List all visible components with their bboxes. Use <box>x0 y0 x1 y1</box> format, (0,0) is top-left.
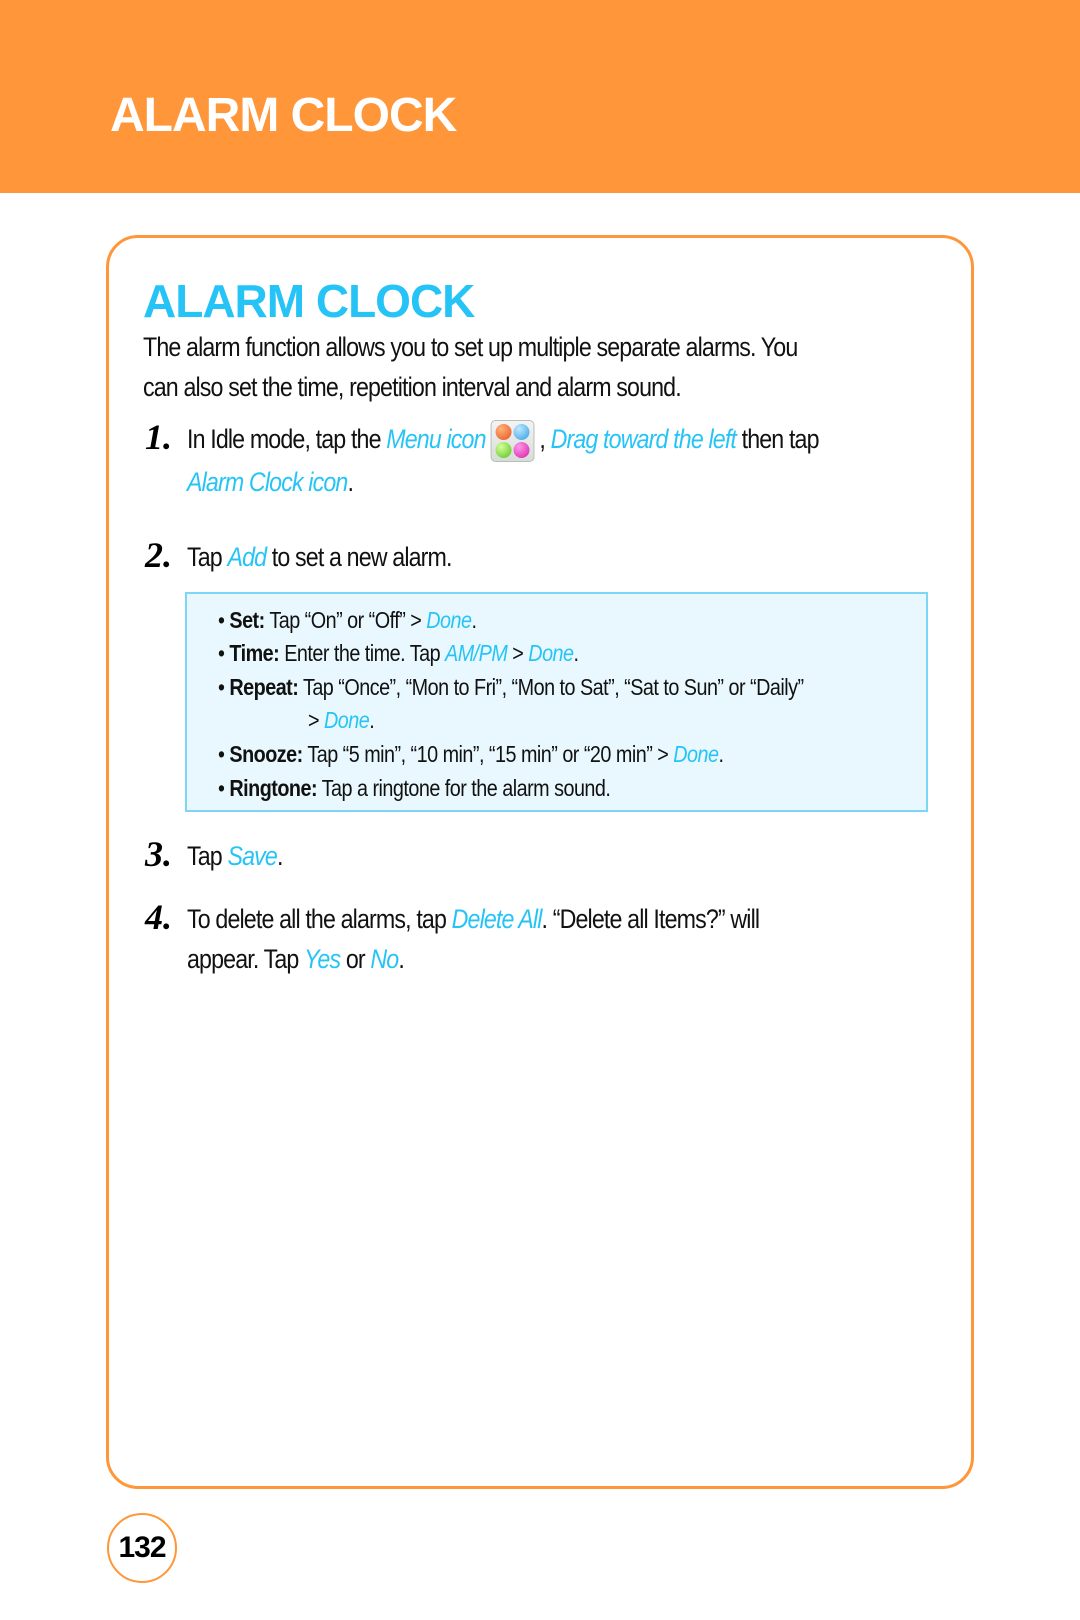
option-set: • Set: Tap “On” or “Off” > Done. <box>218 607 477 633</box>
option-label: Ringtone: <box>229 775 318 801</box>
done-link[interactable]: Done <box>324 707 370 733</box>
bullet: • <box>218 775 230 801</box>
menu-grid-icon <box>490 419 535 462</box>
step-text: . <box>347 466 354 497</box>
yes-link[interactable]: Yes <box>304 944 341 974</box>
option-repeat-continued: > Done. <box>308 707 375 733</box>
option-label: Snooze: <box>229 741 303 767</box>
bullet: • <box>218 674 230 700</box>
option-snooze: • Snooze: Tap “5 min”, “10 min”, “15 min… <box>218 741 724 767</box>
step-text: to set a new alarm. <box>266 542 453 572</box>
done-link[interactable]: Done <box>528 640 574 666</box>
option-repeat: • Repeat: Tap “Once”, “Mon to Fri”, “Mon… <box>218 672 804 702</box>
step-text: , <box>533 424 551 454</box>
no-link[interactable]: No <box>370 944 399 974</box>
done-link[interactable]: Done <box>426 607 472 633</box>
intro-line-1: The alarm function allows you to set up … <box>143 332 798 362</box>
step-text: then tap <box>736 424 820 454</box>
step-text: . “Delete all Items?” will <box>541 904 761 934</box>
bullet: • <box>218 741 230 767</box>
done-link[interactable]: Done <box>673 741 719 767</box>
step-text: Tap <box>187 841 228 871</box>
step-number: 2. <box>145 535 172 575</box>
intro-line-2: can also set the time, repetition interv… <box>143 372 682 402</box>
intro-paragraph: The alarm function allows you to set up … <box>143 327 934 407</box>
option-text: Tap a ringtone for the alarm sound. <box>317 775 611 801</box>
bullet: • <box>218 607 230 633</box>
option-label: Set: <box>229 607 265 633</box>
step-text: Tap <box>187 542 228 572</box>
drag-left-instruction: Drag toward the left <box>550 424 737 454</box>
menu-icon-link[interactable]: Menu icon <box>386 424 486 454</box>
option-label: Time: <box>229 640 280 666</box>
save-link[interactable]: Save <box>227 841 277 871</box>
section-title: ALARM CLOCK <box>143 275 475 327</box>
option-ringtone: • Ringtone: Tap a ringtone for the alarm… <box>218 773 611 803</box>
step-number: 3. <box>145 834 172 874</box>
option-time: • Time: Enter the time. Tap AM/PM > Done… <box>218 640 579 666</box>
step-number: 4. <box>145 897 172 937</box>
step-text: appear. Tap <box>187 944 305 974</box>
option-text: Tap “Once”, “Mon to Fri”, “Mon to Sat”, … <box>298 674 804 700</box>
step-number: 1. <box>145 417 172 457</box>
delete-all-link[interactable]: Delete All <box>452 904 543 934</box>
add-link[interactable]: Add <box>227 542 267 572</box>
option-text: Tap “5 min”, “10 min”, “15 min” or “20 m… <box>302 741 674 767</box>
option-text: Tap “On” or “Off” > <box>264 607 427 633</box>
page-number: 132 <box>107 1513 177 1583</box>
ampm-link[interactable]: AM/PM <box>445 640 508 666</box>
alarm-clock-icon-link[interactable]: Alarm Clock icon <box>187 467 348 497</box>
bullet: • <box>218 640 230 666</box>
option-text: Enter the time. Tap <box>279 640 446 666</box>
step-text: In Idle mode, tap the <box>187 424 387 454</box>
header-title: ALARM CLOCK <box>110 89 457 142</box>
option-label: Repeat: <box>229 674 299 700</box>
step-text: To delete all the alarms, tap <box>187 904 452 934</box>
